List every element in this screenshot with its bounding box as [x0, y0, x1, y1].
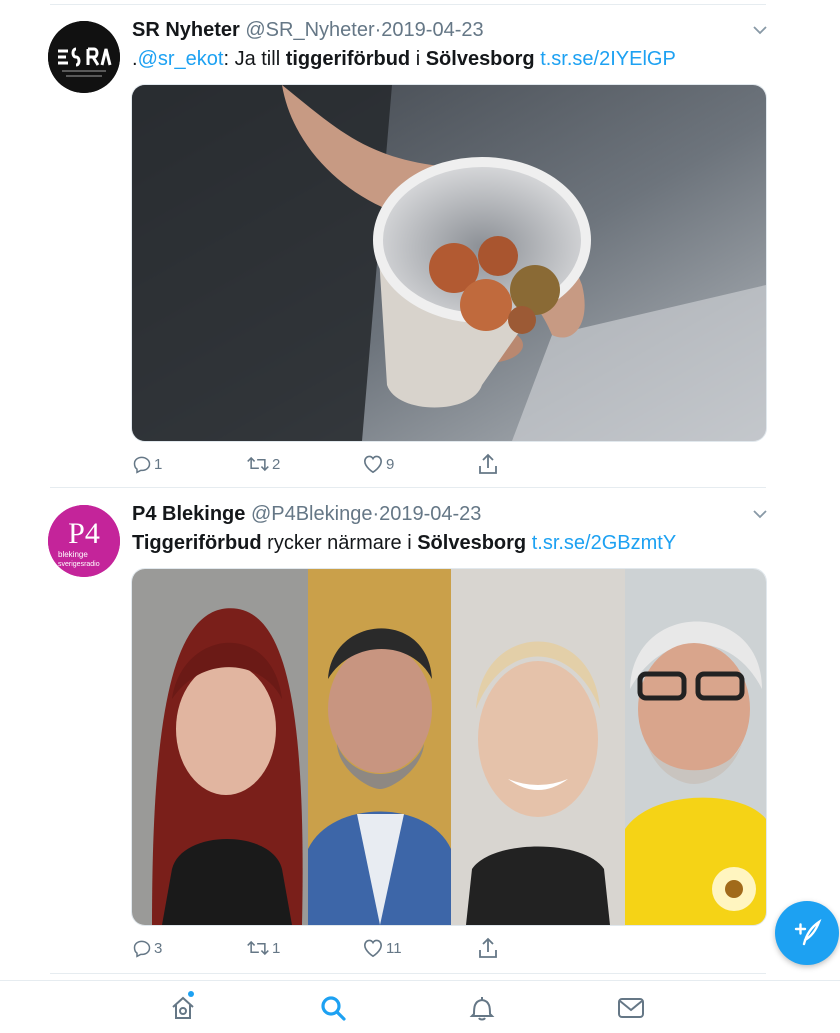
retweet-button[interactable]: 1 — [246, 935, 280, 961]
retweet-button[interactable]: 2 — [246, 451, 280, 477]
like-button[interactable]: 11 — [362, 935, 402, 961]
tweet-p4-blekinge[interactable]: P4 blekinge sverigesradio P4 Blekinge @P… — [0, 488, 840, 974]
retweet-count: 2 — [272, 455, 281, 473]
compose-tweet-button[interactable] — [775, 901, 839, 965]
like-count: 9 — [386, 455, 395, 473]
heart-icon — [363, 939, 383, 958]
tab-notifications[interactable] — [467, 993, 497, 1023]
display-name[interactable]: P4 Blekinge — [132, 503, 245, 525]
reply-icon — [133, 940, 151, 958]
coin-cup-photo — [132, 85, 766, 441]
text-segment: i — [410, 48, 426, 70]
avatar[interactable]: P4 blekinge sverigesradio — [48, 505, 120, 577]
sr-logo-icon — [48, 21, 120, 93]
search-icon — [321, 996, 346, 1021]
text-bold: Sölvesborg — [417, 532, 527, 554]
reply-icon — [133, 456, 151, 474]
reply-count: 3 — [154, 939, 163, 957]
tab-search[interactable] — [318, 993, 348, 1023]
tweet-date[interactable]: 2019-04-23 — [379, 503, 481, 525]
tweet-date[interactable]: 2019-04-23 — [381, 19, 483, 41]
text-bold: Tiggeriförbud — [132, 532, 262, 554]
heart-icon — [363, 455, 383, 474]
tweet-actions: 3 1 11 — [132, 935, 740, 961]
retweet-count: 1 — [272, 939, 281, 957]
new-tweets-indicator — [188, 991, 194, 997]
text-bold: tiggeriförbud — [285, 48, 411, 70]
messages-icon — [618, 998, 644, 1018]
tweet-header: SR Nyheter @SR_Nyheter·2019-04-23 — [132, 17, 750, 43]
text-segment: rycker närmare i — [261, 532, 418, 554]
tab-messages[interactable] — [616, 993, 646, 1023]
tweet-sr-nyheter[interactable]: SR Nyheter @SR_Nyheter·2019-04-23 .@sr_e… — [0, 0, 840, 488]
home-icon — [172, 996, 194, 1019]
share-button[interactable] — [478, 935, 498, 961]
display-name[interactable]: SR Nyheter — [132, 19, 240, 41]
svg-text:P4: P4 — [68, 517, 100, 550]
reply-button[interactable]: 1 — [132, 451, 162, 477]
share-icon — [479, 453, 497, 474]
four-portraits-photo — [132, 569, 766, 925]
tweet-header: P4 Blekinge @P4Blekinge·2019-04-23 — [132, 501, 750, 527]
tweet-text: Tiggeriförbud rycker närmare i Sölvesbor… — [132, 530, 780, 556]
reply-button[interactable]: 3 — [132, 935, 162, 961]
svg-text:sverigesradio: sverigesradio — [58, 561, 100, 568]
share-button[interactable] — [478, 451, 498, 477]
bottom-tab-bar — [0, 980, 840, 1033]
retweet-icon — [247, 456, 269, 472]
tweet-image[interactable] — [131, 84, 767, 442]
url-link[interactable]: t.sr.se/2IYElGP — [540, 48, 676, 70]
url-link[interactable]: t.sr.se/2GBzmtY — [532, 532, 676, 554]
chevron-down-icon[interactable] — [752, 506, 768, 522]
text-segment: : Ja till — [223, 48, 286, 70]
user-handle[interactable]: @P4Blekinge — [251, 503, 372, 525]
reply-count: 1 — [154, 455, 163, 473]
retweet-icon — [247, 940, 269, 956]
compose-tweet-icon — [794, 918, 822, 946]
user-handle[interactable]: @SR_Nyheter — [245, 19, 374, 41]
text-bold: Sölvesborg — [425, 48, 535, 70]
tweet-actions: 1 2 9 — [132, 451, 740, 477]
svg-text:blekinge: blekinge — [58, 550, 88, 559]
avatar[interactable] — [48, 21, 120, 93]
notifications-icon — [469, 997, 495, 1021]
feed-divider — [50, 973, 766, 974]
mention-link[interactable]: @sr_ekot — [138, 48, 224, 70]
tweet-text: .@sr_ekot: Ja till tiggeriförbud i Sölve… — [132, 46, 780, 72]
p4-logo-icon: P4 blekinge sverigesradio — [48, 505, 120, 577]
share-icon — [479, 937, 497, 958]
tweet-image[interactable] — [131, 568, 767, 926]
like-count: 11 — [386, 939, 402, 957]
like-button[interactable]: 9 — [362, 451, 394, 477]
tab-home[interactable] — [168, 993, 198, 1023]
chevron-down-icon[interactable] — [752, 22, 768, 38]
